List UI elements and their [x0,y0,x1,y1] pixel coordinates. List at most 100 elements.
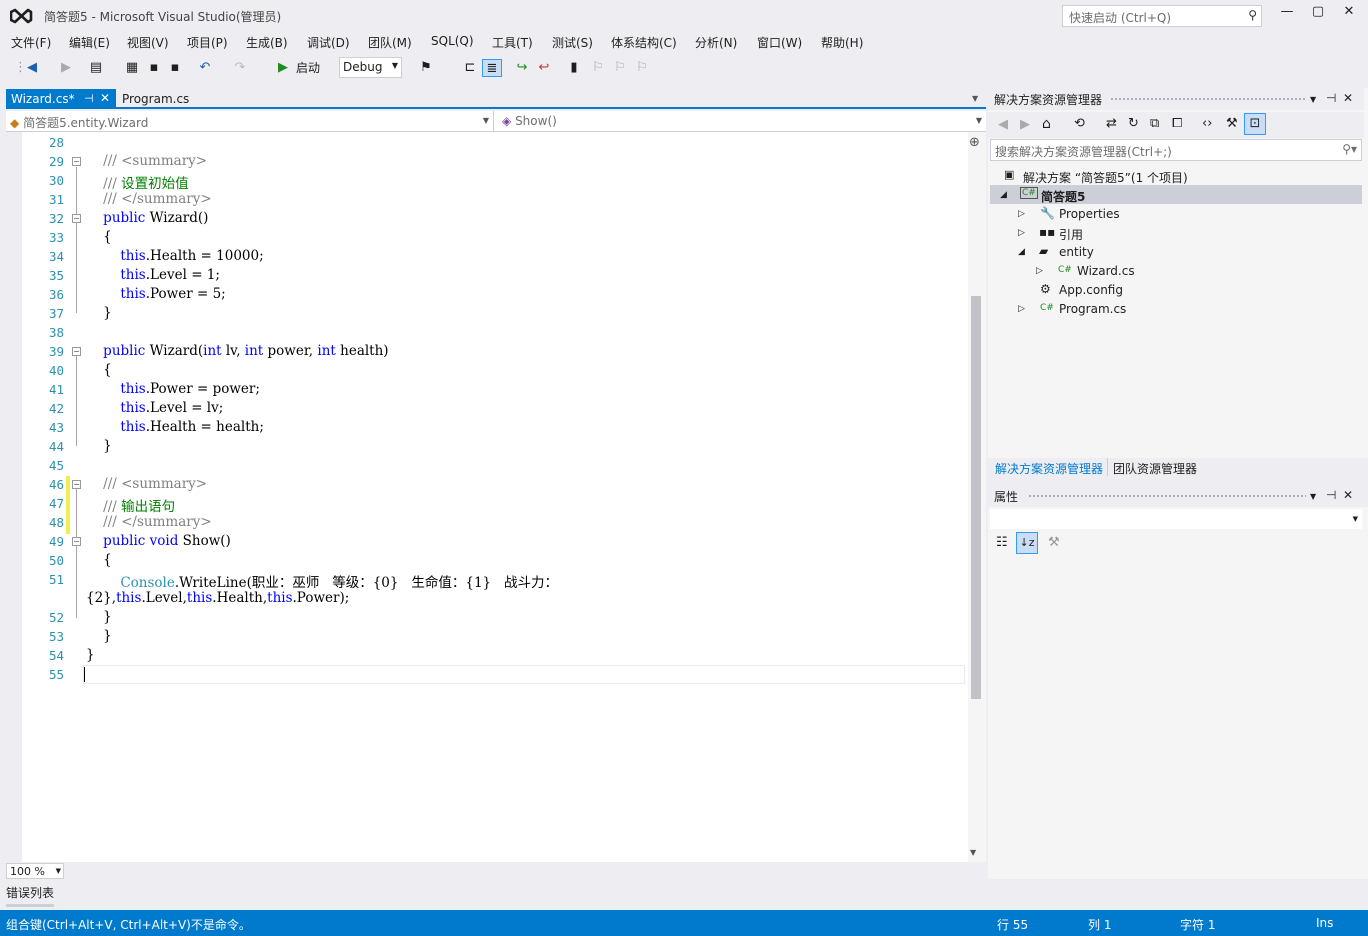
tab-program-cs[interactable]: Program.cs [118,89,193,109]
panel-menu-icon[interactable]: ▼ [1310,95,1316,104]
bookmark-next-icon[interactable]: ⚐ [590,59,606,77]
collapse-toggle[interactable]: − [72,214,81,223]
tree-item-program-cs[interactable]: Program.cs [1059,302,1126,316]
new-project-icon[interactable]: ▤ [88,59,104,77]
status-insert-mode: Ins [1316,916,1334,930]
close-button[interactable]: ✕ [1336,4,1362,24]
property-pages-icon[interactable]: ⚒ [1048,535,1060,550]
pin-icon[interactable]: ⊣ [1326,488,1336,502]
line-number: 41 [48,382,64,397]
tree-item-properties[interactable]: Properties [1059,207,1120,221]
menu-window[interactable]: 窗口(W) [757,34,802,51]
redo-icon[interactable]: ↷ [232,59,248,77]
menu-architecture[interactable]: 体系结构(C) [611,34,677,51]
menu-team[interactable]: 团队(M) [368,34,412,51]
bookmark-next2-icon[interactable]: ⚐ [612,59,628,77]
tree-item-solution[interactable]: 解决方案 “简答题5”(1 个项目) [1023,169,1188,186]
menu-edit[interactable]: 编辑(E) [69,34,110,51]
format-icon[interactable]: ≣ [482,59,502,77]
maximize-button[interactable]: ▢ [1305,4,1331,24]
breakpoint-icon[interactable]: ⊏ [462,59,478,77]
scroll-down-icon[interactable]: ▼ [970,848,976,857]
pin-icon[interactable]: ⊣ [84,92,94,105]
quick-launch-input[interactable]: 快速启动 (Ctrl+Q) ⚲ [1062,5,1262,27]
menu-build[interactable]: 生成(B) [246,34,288,51]
categorized-icon[interactable]: ☷ [996,535,1008,550]
tree-item-wizard-cs[interactable]: Wizard.cs [1077,264,1135,278]
collapsed-icon[interactable]: ▷ [1018,209,1025,219]
bookmark-clear-icon[interactable]: ↩ [536,59,552,77]
expanded-icon[interactable]: ◢ [1018,247,1025,257]
collapse-toggle[interactable]: − [72,347,81,356]
menu-project[interactable]: 项目(P) [187,34,228,51]
config-file-icon: ⚙ [1040,282,1051,296]
tab-overflow-icon[interactable]: ▼ [972,94,978,103]
menu-sql[interactable]: SQL(Q) [431,34,474,48]
tree-item-project[interactable]: 简答题5 [1041,188,1085,205]
close-icon[interactable]: ✕ [1343,488,1353,502]
refresh-icon[interactable]: ↻ [1128,116,1139,131]
collapsed-icon[interactable]: ▷ [1018,228,1025,238]
start-icon[interactable]: ▶ [276,59,290,77]
tab-solution-explorer[interactable]: 解决方案资源管理器 [995,460,1103,477]
expanded-icon[interactable]: ◢ [1000,190,1007,200]
collapse-toggle[interactable]: − [72,537,81,546]
menu-analyze[interactable]: 分析(N) [695,34,737,51]
bookmark-prev-icon[interactable]: ↪ [514,59,530,77]
home-icon[interactable]: ⌂ [1042,116,1051,132]
minimize-button[interactable]: — [1274,4,1300,24]
forward-icon[interactable]: ▶ [1020,117,1030,132]
tree-item-entity[interactable]: entity [1059,245,1094,259]
panel-menu-icon[interactable]: ▼ [1310,492,1316,501]
properties-icon[interactable]: ⚒ [1226,116,1238,131]
solution-search-input[interactable]: 搜索解决方案资源管理器(Ctrl+;) ⚲▾ [990,139,1362,161]
csharp-project-icon: C# [1020,187,1038,199]
horizontal-scrollbar[interactable] [70,862,968,879]
history-icon[interactable]: ⟲ [1074,116,1085,131]
scroll-thumb[interactable] [971,296,981,699]
alphabetical-icon[interactable]: ↓z [1016,532,1038,554]
close-tab-icon[interactable]: ✕ [100,91,110,105]
menu-file[interactable]: 文件(F) [11,34,51,51]
save-all-icon[interactable]: ▪ [167,59,183,77]
collapsed-icon[interactable]: ▷ [1018,304,1025,314]
tab-team-explorer[interactable]: 团队资源管理器 [1113,460,1197,477]
view-code-icon[interactable]: ‹› [1202,116,1212,131]
collapsed-icon[interactable]: ▷ [1036,266,1043,276]
back-icon[interactable]: ◀ [998,117,1008,132]
close-icon[interactable]: ✕ [1343,91,1353,105]
show-all-files-icon[interactable]: ⧠ [1172,116,1182,131]
menu-test[interactable]: 测试(S) [552,34,593,51]
start-label[interactable]: 启动 [296,59,320,77]
member-dropdown[interactable]: ◈ Show() ▼ [496,111,986,131]
type-dropdown[interactable]: ◆ 简答题5.entity.Wizard ▼ [6,111,494,131]
collapse-toggle[interactable]: − [72,157,81,166]
properties-object-select[interactable]: ▼ [990,509,1362,529]
preview-icon[interactable]: ⊡ [1244,113,1266,135]
split-icon[interactable]: ⊕ [969,135,980,150]
solution-config-select[interactable]: Debug ▼ [339,57,402,78]
tree-item-app-config[interactable]: App.config [1059,283,1123,297]
collapse-toggle[interactable]: − [72,480,81,489]
forward-icon[interactable]: ▶ [58,59,74,77]
undo-icon[interactable]: ↶ [197,59,213,77]
back-icon[interactable]: ◀ [24,59,40,77]
open-file-icon[interactable]: ▦ [124,59,140,77]
pin-icon[interactable]: ⊣ [1326,91,1336,105]
zoom-select[interactable]: 100 % ▼ [6,863,64,879]
menu-tools[interactable]: 工具(T) [492,34,533,51]
bookmark-clear2-icon[interactable]: ⚐ [634,59,650,77]
menu-help[interactable]: 帮助(H) [821,34,863,51]
code-line: public Wizard() [103,210,209,226]
save-icon[interactable]: ▪ [146,59,162,77]
sync-icon[interactable]: ⇄ [1106,116,1117,131]
tab-wizard-cs[interactable]: Wizard.cs* ⊣ ✕ [6,89,116,109]
change-marker [66,476,70,534]
find-icon[interactable]: ⚑ [418,59,434,77]
menu-debug[interactable]: 调试(D) [307,34,350,51]
tree-item-references[interactable]: 引用 [1059,226,1083,243]
error-list-tab[interactable]: 错误列表 [6,884,54,901]
collapse-all-icon[interactable]: ⧉ [1150,116,1159,131]
menu-view[interactable]: 视图(V) [127,34,169,51]
bookmark-icon[interactable]: ▮ [566,59,582,77]
